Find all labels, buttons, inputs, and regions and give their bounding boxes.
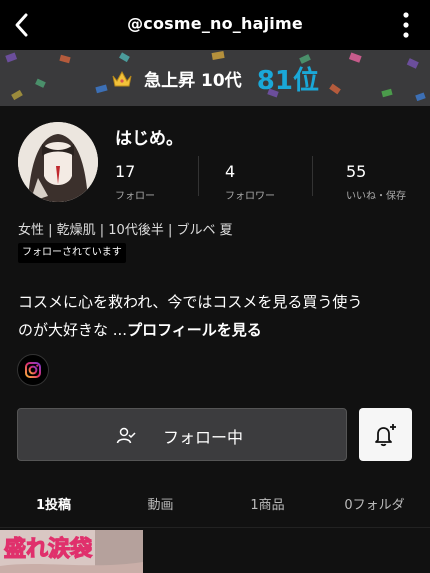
user-check-icon	[116, 427, 136, 444]
stat-following-label: フォロー	[115, 191, 155, 202]
profile-handle: @cosme_no_hajime	[127, 14, 303, 33]
tab-products[interactable]: 1商品	[214, 494, 321, 513]
top-bar: @cosme_no_hajime	[0, 0, 430, 50]
more-vertical-icon[interactable]	[400, 10, 412, 40]
bio-line-1: コスメに心を救われ、今ではコスメを見る買う使う	[18, 293, 363, 311]
instagram-link[interactable]	[17, 354, 49, 386]
profile-bio[interactable]: コスメに心を救われ、今ではコスメを見る買う使う のが大好きな ...プロフィール…	[18, 288, 418, 344]
avatar[interactable]	[18, 122, 98, 202]
stat-divider	[312, 156, 313, 196]
stat-following-count: 17	[115, 162, 136, 181]
back-arrow-icon[interactable]	[8, 10, 38, 40]
crown-icon	[112, 70, 132, 86]
follows-you-badge: フォローされています	[18, 243, 126, 263]
stat-likes-label: いいね・保存	[346, 191, 406, 202]
content-tabs: 1投稿 動画 1商品 0フォルダ	[0, 494, 430, 528]
view-profile-link[interactable]: プロフィールを見る	[127, 321, 262, 339]
following-button[interactable]: フォロー中	[17, 408, 347, 461]
stat-following[interactable]: 17 フォロー	[115, 162, 155, 202]
notification-button[interactable]	[359, 408, 412, 461]
stat-likes[interactable]: 55 いいね・保存	[346, 162, 406, 202]
stat-followers-count: 4	[225, 162, 236, 181]
post-thumbnail[interactable]: 盛れ涙袋	[0, 530, 143, 573]
tab-posts[interactable]: 1投稿	[0, 494, 107, 513]
stat-followers[interactable]: 4 フォロワー	[225, 162, 275, 202]
bell-plus-icon	[375, 424, 396, 447]
bio-line-2: のが大好きな ...	[18, 321, 128, 339]
stat-followers-label: フォロワー	[225, 191, 275, 202]
stat-likes-count: 55	[346, 162, 367, 181]
profile-attributes: 女性 | 乾燥肌 | 10代後半 | ブルベ 夏	[18, 223, 233, 238]
ranking-label: 急上昇 10代	[144, 71, 242, 91]
tab-folders[interactable]: 0フォルダ	[321, 494, 428, 513]
profile-name: はじめ。	[115, 129, 183, 149]
profile-section: はじめ。 17 フォロー 4 フォロワー 55 いいね・保存 女性 | 乾燥肌 …	[0, 106, 430, 573]
tab-videos[interactable]: 動画	[107, 494, 214, 513]
instagram-icon	[25, 362, 41, 378]
stat-divider	[198, 156, 199, 196]
following-button-label: フォロー中	[163, 428, 244, 447]
thumbnail-text: 盛れ涙袋	[4, 536, 93, 562]
ranking-banner[interactable]: 急上昇 10代 81位	[0, 50, 430, 106]
ranking-number: 81位	[256, 66, 319, 96]
